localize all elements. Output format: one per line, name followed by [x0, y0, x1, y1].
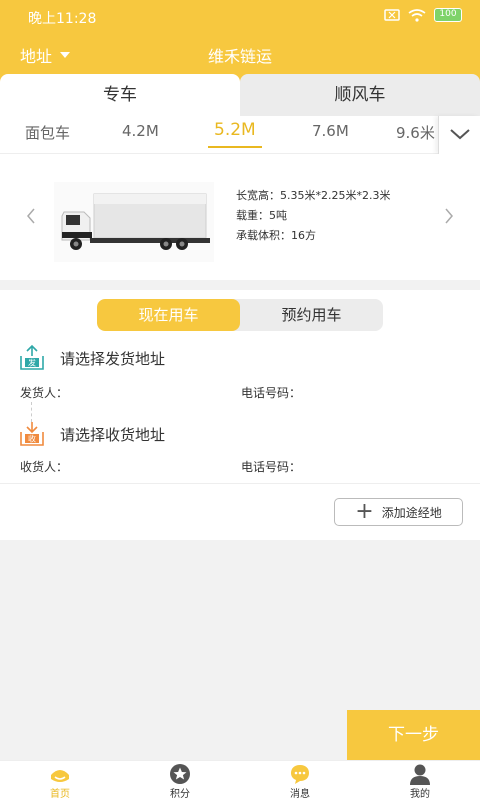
battery-icon: 100	[434, 8, 462, 22]
vehicle-load: 载重：5吨	[236, 209, 287, 222]
destination-icon: 收	[20, 422, 44, 446]
star-icon	[170, 764, 190, 784]
wifi-icon	[408, 8, 426, 22]
bottom-navigation: 首页 积分 消息 我的	[0, 760, 480, 800]
nav-points-label: 积分	[170, 789, 190, 800]
page-title: 维禾链运	[207, 47, 272, 66]
destination-icon-text: 收	[28, 434, 36, 444]
nav-points[interactable]: 积分	[150, 763, 210, 800]
origin-address-picker[interactable]: 请选择发货地址	[60, 348, 165, 369]
tab-dedicated[interactable]: 专车	[0, 74, 240, 116]
nav-home[interactable]: 首页	[30, 763, 90, 800]
truck-size-selector: 面包车 4.2M 5.2M 7.6M 9.6米	[0, 116, 480, 154]
status-bar: 晚上11:28 100	[0, 0, 480, 32]
nav-home-label: 首页	[50, 789, 70, 800]
person-icon	[410, 764, 430, 785]
route-connector	[31, 402, 32, 422]
receiver-label[interactable]: 收货人：	[20, 458, 68, 475]
chevron-down-icon	[450, 129, 470, 140]
chevron-left-icon[interactable]	[24, 206, 38, 226]
sender-phone-label[interactable]: 电话号码：	[241, 384, 301, 401]
sender-label[interactable]: 发货人：	[20, 384, 68, 401]
order-form: 现在用车 预约用车 发 请选择发货地址 发货人： 电话号码： 收 请选择收货地址…	[0, 290, 480, 540]
vehicle-volume: 承载体积：16方	[236, 229, 316, 242]
size-option-5-2m[interactable]: 5.2M	[214, 120, 256, 140]
divider	[0, 483, 480, 484]
status-icons: 100	[384, 8, 462, 22]
size-option-7-6m[interactable]: 7.6M	[312, 122, 349, 140]
message-icon	[291, 765, 309, 784]
tab-reserve[interactable]: 预约用车	[240, 299, 383, 331]
vehicle-specs: 长宽高：5.35米*2.25米*2.3米 载重：5吨 承载体积：16方	[236, 186, 390, 246]
size-dropdown-button[interactable]	[438, 116, 480, 154]
size-option-9-6m[interactable]: 9.6米	[396, 122, 435, 143]
tab-use-now[interactable]: 现在用车	[97, 299, 240, 331]
tab-carpool[interactable]: 顺风车	[240, 74, 480, 116]
active-size-indicator	[208, 146, 262, 148]
add-waypoint-button[interactable]: + 添加途经地	[334, 498, 463, 526]
nav-messages-label: 消息	[290, 789, 310, 800]
chevron-right-icon[interactable]	[442, 206, 456, 226]
origin-icon: 发	[20, 344, 44, 370]
size-option-4-2m[interactable]: 4.2M	[122, 122, 159, 140]
nav-messages[interactable]: 消息	[270, 763, 330, 800]
nav-profile-label: 我的	[410, 789, 430, 800]
home-icon	[51, 770, 69, 782]
size-option-van[interactable]: 面包车	[25, 122, 70, 143]
add-waypoint-label: 添加途经地	[381, 505, 442, 520]
vehicle-type-tabs: 专车 顺风车	[0, 74, 480, 116]
vehicle-card: 长宽高：5.35米*2.25米*2.3米 载重：5吨 承载体积：16方	[0, 154, 480, 280]
vehicle-dimensions: 长宽高：5.35米*2.25米*2.3米	[236, 189, 391, 202]
next-step-button[interactable]: 下一步	[347, 710, 480, 760]
plus-icon: +	[355, 499, 374, 524]
usage-time-toggle: 现在用车 预约用车	[97, 299, 383, 331]
status-time: 晚上11:28	[28, 11, 97, 27]
nav-profile[interactable]: 我的	[390, 763, 450, 800]
mute-icon	[384, 9, 400, 21]
truck-image	[54, 182, 214, 262]
origin-icon-text: 发	[28, 358, 36, 368]
receiver-phone-label[interactable]: 电话号码：	[241, 458, 301, 475]
title-bar: 地址 维禾链运	[0, 32, 480, 74]
destination-address-picker[interactable]: 请选择收货地址	[60, 424, 165, 445]
